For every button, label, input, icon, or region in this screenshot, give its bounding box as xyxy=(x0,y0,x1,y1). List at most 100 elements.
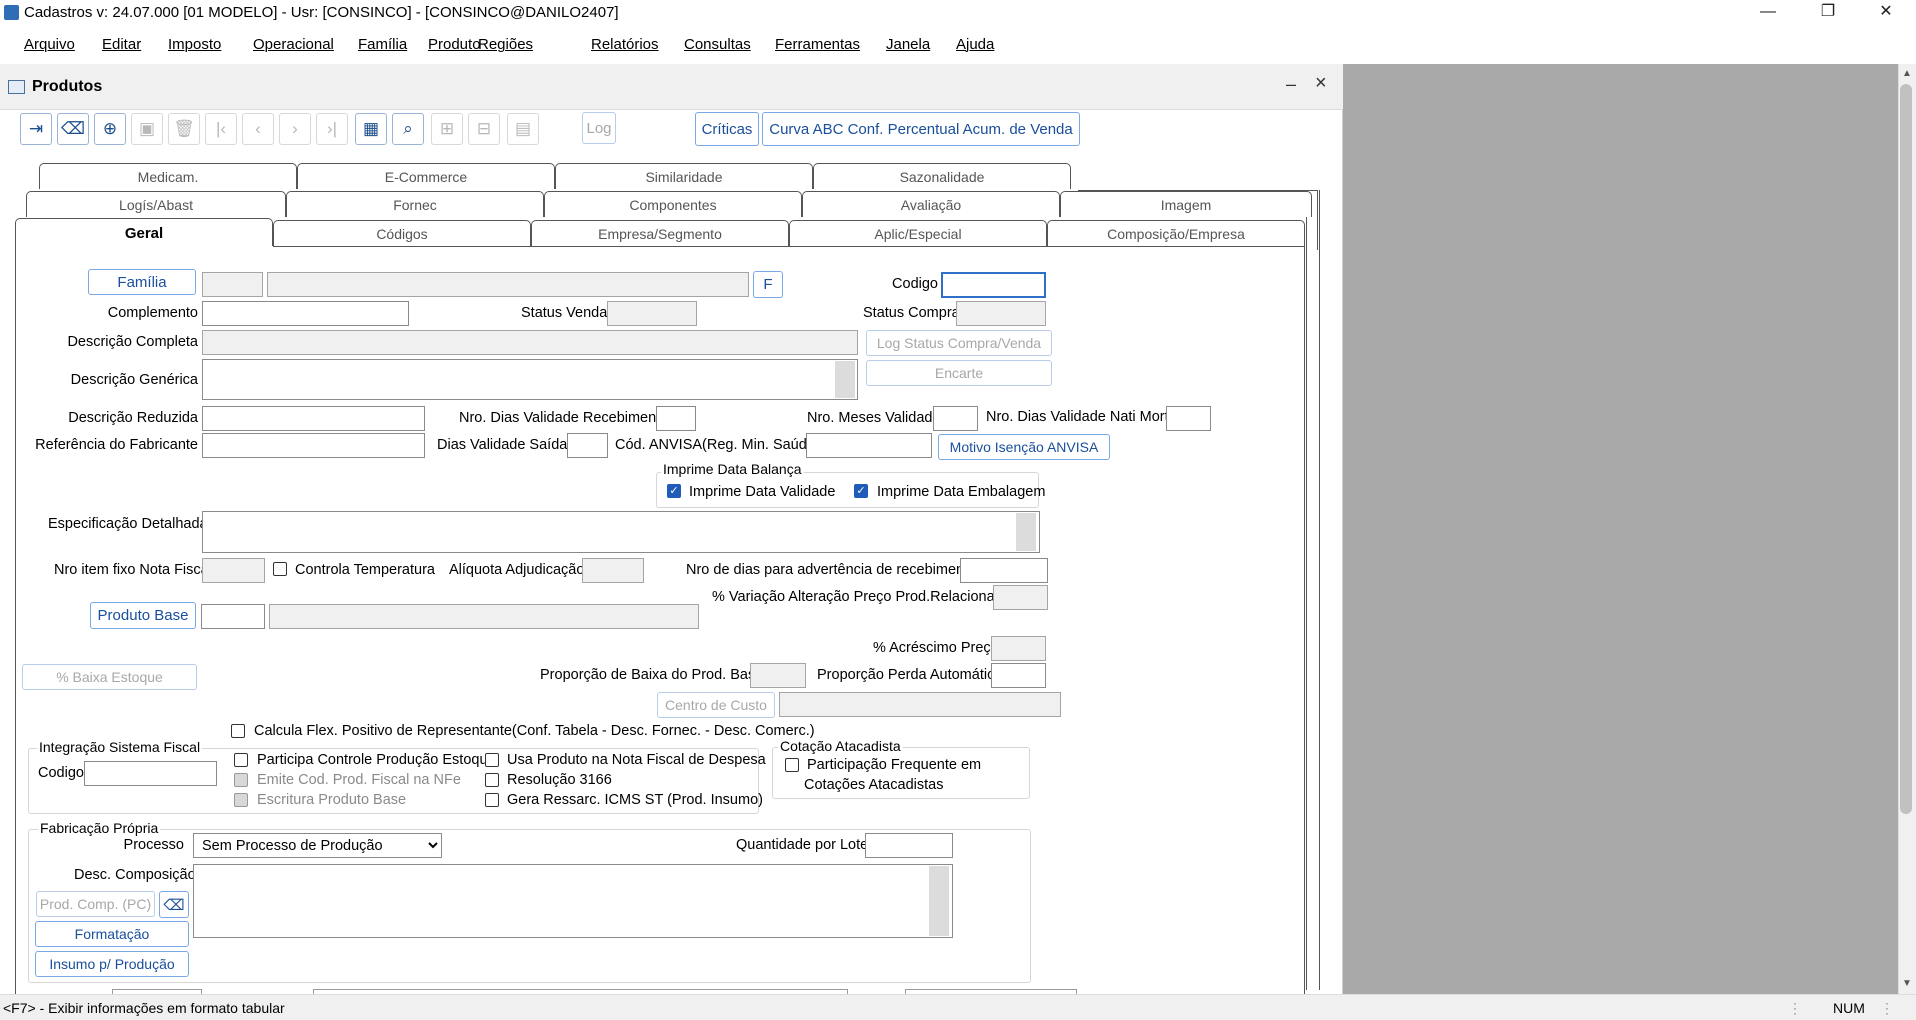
menu-relatorios[interactable]: Relatórios xyxy=(591,36,659,53)
delete-icon[interactable]: 🗑 xyxy=(168,113,200,145)
prod-comp-button[interactable]: Prod. Comp. (PC) xyxy=(36,891,155,917)
first-record-icon[interactable]: |‹ xyxy=(205,113,237,145)
escritura-checkbox[interactable] xyxy=(234,793,248,807)
tab-fornec[interactable]: Fornec xyxy=(286,191,544,217)
scroll-down-icon[interactable]: ▼ xyxy=(1902,978,1912,989)
tab-medicam[interactable]: Medicam. xyxy=(39,163,297,189)
especificacao-scrollbar[interactable] xyxy=(1016,513,1036,551)
tab-codigos[interactable]: Códigos xyxy=(273,220,531,246)
next-record-icon[interactable]: › xyxy=(279,113,311,145)
quantidade-lote-field[interactable] xyxy=(865,833,953,858)
insert-row-icon[interactable]: ⊞ xyxy=(431,113,463,145)
eraser-icon[interactable]: ⌫ xyxy=(57,113,89,145)
dias-validade-saidas-field[interactable] xyxy=(567,433,608,458)
menu-ajuda[interactable]: Ajuda xyxy=(956,36,994,53)
menu-imposto[interactable]: Imposto xyxy=(168,36,221,53)
menu-familia[interactable]: Família xyxy=(358,36,407,53)
nro-dias-nati-morto-field[interactable] xyxy=(1166,406,1211,431)
usa-produto-checkbox[interactable] xyxy=(485,753,499,767)
menu-ferramentas[interactable]: Ferramentas xyxy=(775,36,860,53)
nro-item-fixo-field[interactable] xyxy=(202,558,265,583)
codigo-field[interactable] xyxy=(941,272,1046,298)
tab-componentes[interactable]: Componentes xyxy=(544,191,802,217)
insumo-button[interactable]: Insumo p/ Produção xyxy=(35,951,189,977)
restore-button[interactable]: ❐ xyxy=(1800,0,1856,26)
menu-janela[interactable]: Janela xyxy=(886,36,930,53)
menu-produto[interactable]: Produto xyxy=(428,36,481,53)
tab-logis-abast[interactable]: Logís/Abast xyxy=(26,191,286,217)
menu-regioes[interactable]: Regiões xyxy=(478,36,533,53)
tab-aplic-especial[interactable]: Aplic/Especial xyxy=(789,220,1047,246)
motivo-isencao-button[interactable]: Motivo Isenção ANVISA xyxy=(938,434,1110,460)
tab-imagem[interactable]: Imagem xyxy=(1060,191,1312,217)
proporcao-baixa-field[interactable] xyxy=(750,663,806,688)
minimize-button[interactable]: — xyxy=(1740,0,1796,26)
child-minimize-button[interactable]: – xyxy=(1286,74,1296,95)
produto-base-code-field[interactable] xyxy=(201,604,265,629)
nro-dias-advertencia-field[interactable] xyxy=(960,558,1048,583)
scrollbar-thumb[interactable] xyxy=(1900,84,1912,814)
encarte-button[interactable]: Encarte xyxy=(866,360,1052,386)
tab-similaridade[interactable]: Similaridade xyxy=(555,163,813,189)
child-close-button[interactable]: × xyxy=(1315,72,1327,95)
acrescimo-preco-field[interactable] xyxy=(991,636,1046,661)
descricao-reduzida-field[interactable] xyxy=(202,406,425,431)
emite-cod-checkbox[interactable] xyxy=(234,773,248,787)
add-icon[interactable]: ⊕ xyxy=(94,113,126,145)
imprime-validade-checkbox[interactable]: ✓ xyxy=(667,484,681,498)
menu-consultas[interactable]: Consultas xyxy=(684,36,751,53)
last-record-icon[interactable]: ›| xyxy=(316,113,348,145)
gera-ressarc-checkbox[interactable] xyxy=(485,793,499,807)
save-icon[interactable]: ▣ xyxy=(131,113,163,145)
participa-controle-checkbox[interactable] xyxy=(234,753,248,767)
log-button[interactable]: Log xyxy=(582,112,616,144)
produto-base-button[interactable]: Produto Base xyxy=(90,602,196,629)
search-icon[interactable]: ⌕ xyxy=(392,113,424,145)
participacao-freq-checkbox[interactable] xyxy=(785,758,799,772)
aliquota-field[interactable] xyxy=(582,558,644,583)
calendar-icon[interactable]: ▤ xyxy=(507,113,539,145)
tab-empresa-segmento[interactable]: Empresa/Segmento xyxy=(531,220,789,246)
tab-geral[interactable]: Geral xyxy=(15,218,273,248)
menu-arquivo[interactable]: Arquivo xyxy=(24,36,75,53)
nro-meses-validade-field[interactable] xyxy=(933,406,978,431)
close-button[interactable]: ✕ xyxy=(1858,0,1914,26)
previous-record-icon[interactable]: ‹ xyxy=(242,113,274,145)
desc-composicao-scrollbar[interactable] xyxy=(929,866,949,936)
clear-eraser-icon[interactable]: ⌫ xyxy=(159,891,189,918)
nro-dias-validade-receb-field[interactable] xyxy=(656,406,696,431)
descricao-generica-field[interactable] xyxy=(202,359,858,400)
menu-editar[interactable]: Editar xyxy=(102,36,141,53)
remove-row-icon[interactable]: ⊟ xyxy=(468,113,500,145)
log-status-button[interactable]: Log Status Compra/Venda xyxy=(866,330,1052,356)
criticas-button[interactable]: Críticas xyxy=(695,112,759,146)
cod-anvisa-field[interactable] xyxy=(806,433,932,458)
menu-operacional[interactable]: Operacional xyxy=(253,36,334,53)
scroll-up-icon[interactable]: ▲ xyxy=(1902,68,1912,79)
resolucao-checkbox[interactable] xyxy=(485,773,499,787)
f-button[interactable]: F xyxy=(753,271,783,298)
integracao-codigo-field[interactable] xyxy=(84,761,217,786)
calcula-flex-checkbox[interactable] xyxy=(231,724,245,738)
status-compra-field[interactable] xyxy=(956,301,1046,326)
referencia-fabricante-field[interactable] xyxy=(202,433,425,458)
desc-composicao-field[interactable] xyxy=(193,864,953,938)
controla-temp-checkbox[interactable] xyxy=(273,562,287,576)
descricao-generica-scrollbar[interactable] xyxy=(835,361,855,398)
variacao-preco-field[interactable] xyxy=(993,585,1048,610)
familia-code-field[interactable] xyxy=(202,272,263,297)
tab-sazonalidade[interactable]: Sazonalidade xyxy=(813,163,1071,189)
formatacao-button[interactable]: Formatação xyxy=(35,921,189,947)
baixa-estoque-button[interactable]: % Baixa Estoque xyxy=(22,664,197,690)
descricao-completa-field[interactable] xyxy=(202,330,858,355)
complemento-field[interactable] xyxy=(202,301,409,326)
familia-desc-field[interactable] xyxy=(267,272,749,297)
tab-avaliacao[interactable]: Avaliação xyxy=(802,191,1060,217)
status-venda-field[interactable] xyxy=(607,301,697,326)
exit-icon[interactable]: ⇥ xyxy=(20,113,52,145)
centro-custo-button[interactable]: Centro de Custo xyxy=(657,692,775,718)
proporcao-perda-field[interactable] xyxy=(991,663,1046,688)
curva-abc-button[interactable]: Curva ABC Conf. Percentual Acum. de Vend… xyxy=(762,112,1080,146)
produto-base-desc-field[interactable] xyxy=(269,604,699,629)
tab-composicao-empresa[interactable]: Composição/Empresa xyxy=(1047,220,1305,246)
